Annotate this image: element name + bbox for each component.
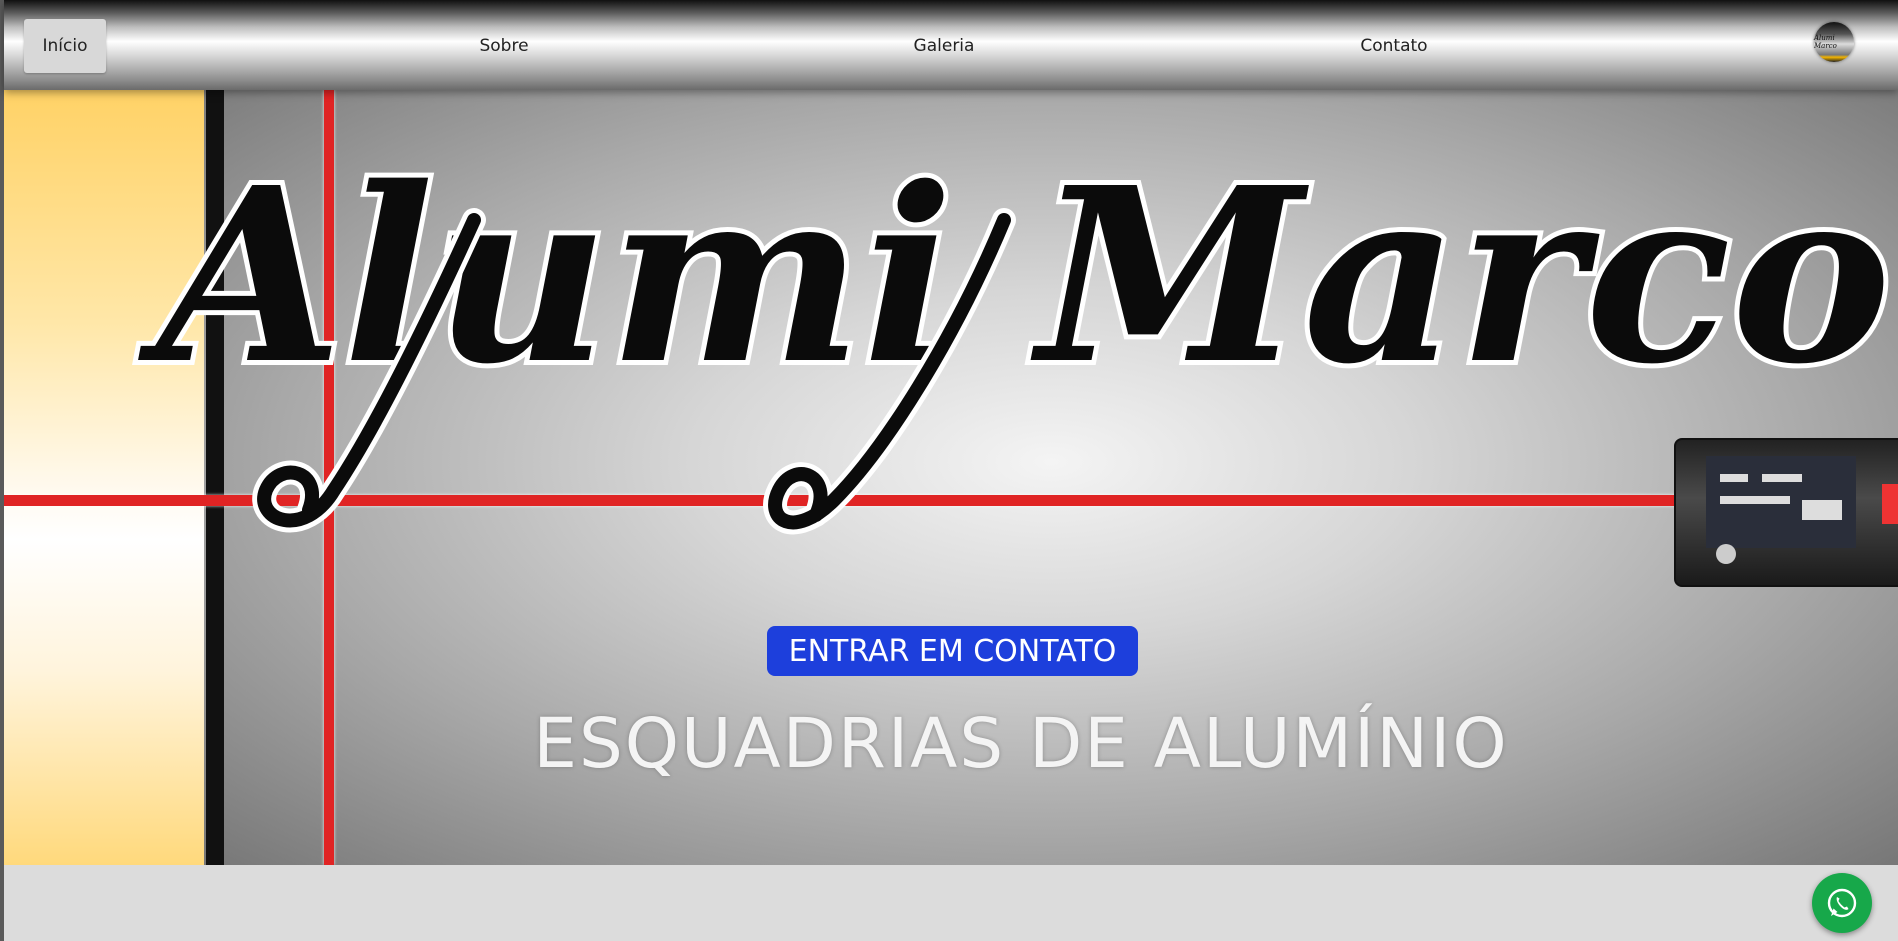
hero-tagline-text: ESQUADRIAS DE ALUMÍNIO [533, 704, 1509, 784]
nav-sobre[interactable]: Sobre [444, 19, 564, 73]
nav-contato[interactable]: Contato [1334, 19, 1454, 73]
hero-banner: Alumi Marco ESQUADRIAS DE ALUMÍNIO [4, 90, 1898, 865]
measuring-device-image [1674, 438, 1898, 587]
nav-inicio[interactable]: Início [24, 19, 106, 73]
top-navbar: Início Sobre Galeria Contato Alumi Marco [4, 0, 1898, 90]
contact-cta-button[interactable]: ENTRAR EM CONTATO [767, 626, 1138, 676]
nav-logo-text: Alumi Marco [1814, 34, 1837, 50]
brand-logo-script: Alumi Marco [133, 130, 1896, 535]
whatsapp-icon [1827, 888, 1857, 918]
hero-tagline: ESQUADRIAS DE ALUMÍNIO [4, 704, 1898, 784]
whatsapp-button[interactable] [1812, 873, 1872, 933]
nav-galeria[interactable]: Galeria [884, 19, 1004, 73]
nav-logo[interactable]: Alumi Marco [1814, 22, 1854, 62]
